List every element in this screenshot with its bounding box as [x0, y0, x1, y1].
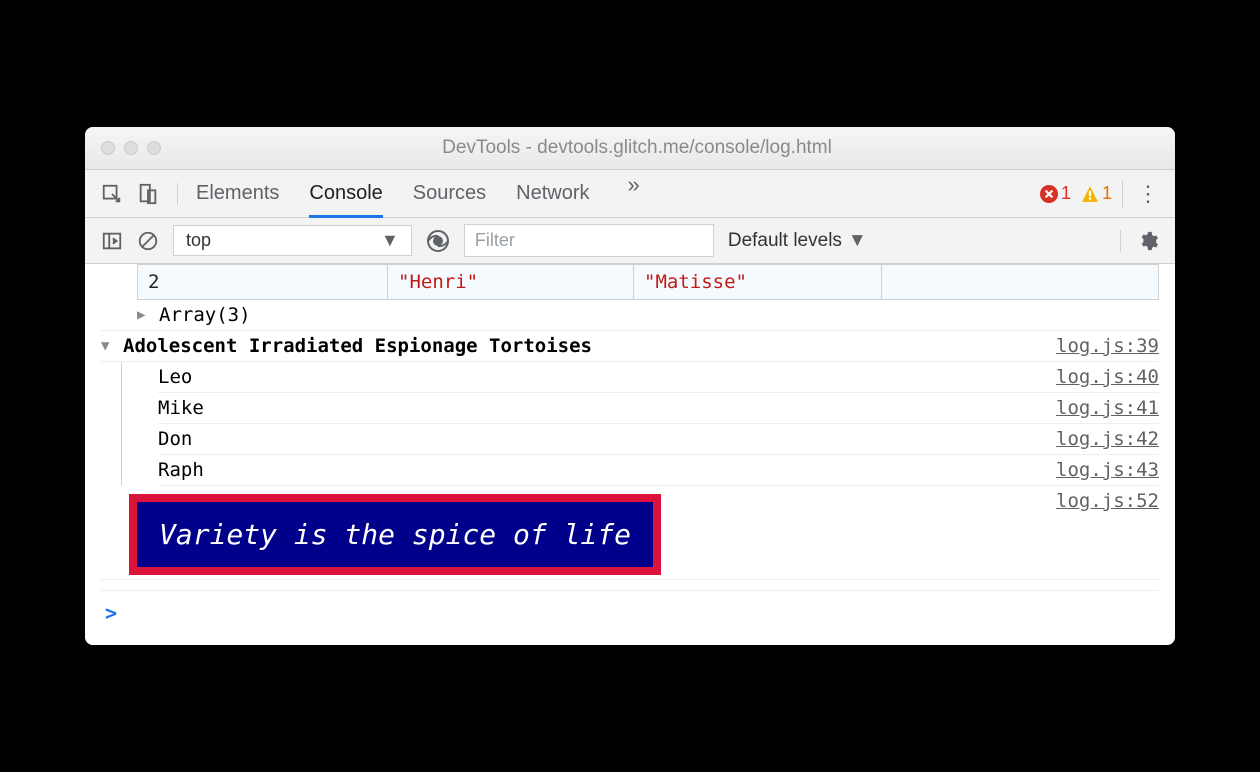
tab-console[interactable]: Console: [309, 172, 382, 218]
filter-input[interactable]: [464, 224, 714, 257]
warning-icon: [1081, 185, 1099, 203]
device-toolbar-icon[interactable]: [137, 183, 159, 205]
array-summary: Array(3): [159, 304, 251, 326]
source-link[interactable]: log.js:40: [1056, 366, 1159, 388]
zoom-button[interactable]: [147, 141, 161, 155]
disclosure-triangle-icon[interactable]: ▼: [101, 338, 117, 354]
chevron-down-icon: ▼: [381, 230, 399, 251]
log-text: Don: [158, 428, 192, 450]
toggle-sidebar-icon[interactable]: [101, 230, 123, 252]
window-title: DevTools - devtools.glitch.me/console/lo…: [185, 137, 1089, 159]
levels-label: Default levels: [728, 230, 842, 252]
log-row: Leo log.js:40: [158, 362, 1159, 393]
console-output: 2 "Henri" "Matisse" ▶ Array(3) ▼ Adolesc…: [85, 264, 1175, 645]
status-badges: 1 1: [1040, 183, 1112, 204]
table-cell-empty: [882, 265, 1158, 299]
warning-count: 1: [1102, 183, 1112, 204]
warning-count-badge[interactable]: 1: [1081, 183, 1112, 204]
execution-context-select[interactable]: top ▼: [173, 225, 412, 256]
styled-log-message: Variety is the spice of life: [129, 494, 661, 575]
log-row: Don log.js:42: [158, 424, 1159, 455]
context-label: top: [186, 230, 211, 251]
close-button[interactable]: [101, 141, 115, 155]
error-icon: [1040, 185, 1058, 203]
console-prompt[interactable]: >: [101, 590, 1159, 629]
prompt-icon: >: [105, 601, 117, 625]
live-expression-icon[interactable]: [426, 229, 450, 253]
table-row: 2 "Henri" "Matisse": [137, 264, 1159, 300]
log-text: Leo: [158, 366, 192, 388]
source-link[interactable]: log.js:39: [1056, 335, 1159, 357]
error-count-badge[interactable]: 1: [1040, 183, 1071, 204]
console-settings-icon[interactable]: [1120, 230, 1159, 252]
inspect-element-icon[interactable]: [101, 183, 123, 205]
devtools-window: DevTools - devtools.glitch.me/console/lo…: [85, 127, 1175, 645]
group-title: Adolescent Irradiated Espionage Tortoise…: [123, 335, 592, 357]
source-link[interactable]: log.js:52: [1056, 490, 1159, 512]
error-count: 1: [1061, 183, 1071, 204]
tabs-overflow-icon[interactable]: »: [628, 172, 640, 216]
console-toolbar: top ▼ Default levels ▼: [85, 218, 1175, 264]
inspect-tools: [101, 183, 178, 205]
group-body: Leo log.js:40 Mike log.js:41 Don log.js:…: [121, 362, 1159, 486]
tab-network[interactable]: Network: [516, 172, 589, 216]
minimize-button[interactable]: [124, 141, 138, 155]
clear-console-icon[interactable]: [137, 230, 159, 252]
chevron-down-icon: ▼: [848, 230, 867, 252]
log-row: Mike log.js:41: [158, 393, 1159, 424]
tab-elements[interactable]: Elements: [196, 172, 279, 216]
window-titlebar: DevTools - devtools.glitch.me/console/lo…: [85, 127, 1175, 170]
styled-log-row: Variety is the spice of life log.js:52: [101, 486, 1159, 580]
source-link[interactable]: log.js:43: [1056, 459, 1159, 481]
group-header-row[interactable]: ▼ Adolescent Irradiated Espionage Tortoi…: [101, 331, 1159, 362]
more-menu-icon[interactable]: ⋮: [1122, 181, 1159, 207]
tabs-bar: Elements Console Sources Network » 1 1 ⋮: [85, 170, 1175, 218]
table-cell-index: 2: [138, 265, 388, 299]
log-text: Mike: [158, 397, 204, 419]
traffic-lights: [101, 141, 161, 155]
log-text: Raph: [158, 459, 204, 481]
array-log-row[interactable]: ▶ Array(3): [101, 300, 1159, 331]
disclosure-triangle-icon[interactable]: ▶: [137, 307, 153, 323]
log-row: Raph log.js:43: [158, 455, 1159, 486]
source-link[interactable]: log.js:42: [1056, 428, 1159, 450]
panel-tabs: Elements Console Sources Network »: [196, 172, 1024, 216]
tab-sources[interactable]: Sources: [413, 172, 486, 216]
table-cell-last: "Matisse": [634, 265, 882, 299]
log-levels-select[interactable]: Default levels ▼: [728, 230, 867, 252]
source-link[interactable]: log.js:41: [1056, 397, 1159, 419]
table-cell-first: "Henri": [388, 265, 634, 299]
